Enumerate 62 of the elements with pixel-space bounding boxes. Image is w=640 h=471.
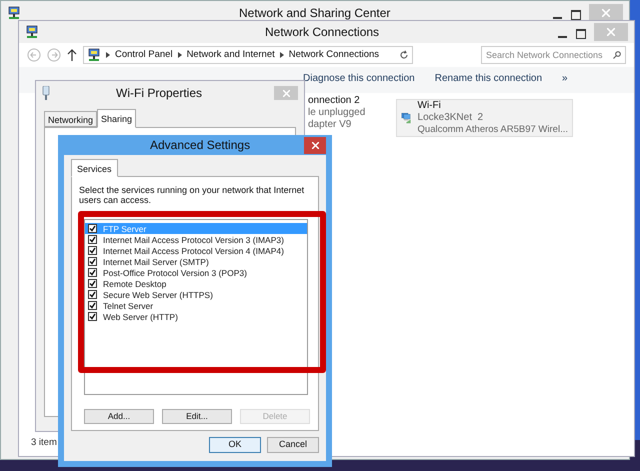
dialog-button[interactable]: Edit...	[162, 409, 232, 424]
checkbox[interactable]	[88, 301, 97, 310]
checkbox[interactable]	[88, 235, 97, 244]
status-text: 3 item	[31, 436, 57, 450]
service-item[interactable]: Telnet Server	[85, 300, 307, 311]
description-text: Select the services running on your network that Internet users can access.	[79, 185, 306, 205]
connection-adapter: Qualcomm Atheros AR5B97 Wirel...	[418, 124, 568, 136]
chevron-icon	[280, 52, 284, 58]
service-item[interactable]: Internet Mail Server (SMTP)	[85, 256, 307, 267]
dialog-button[interactable]: Cancel	[267, 437, 319, 453]
service-item[interactable]: Web Server (HTTP)	[85, 311, 307, 322]
network-icon	[25, 25, 39, 39]
connection-text: onnection 2	[308, 95, 361, 107]
search-field[interactable]: Search Network Connections	[481, 46, 626, 64]
address-bar[interactable]: Control Panel Network and Internet Network Connections	[83, 46, 413, 64]
checkbox[interactable]	[88, 279, 97, 288]
connection-text: le unplugged	[308, 107, 366, 119]
checkbox[interactable]	[88, 268, 97, 277]
adapter-icon	[42, 86, 50, 100]
connection-text: dapter V9	[308, 119, 352, 131]
checkbox[interactable]	[88, 312, 97, 321]
search-icon	[613, 51, 621, 59]
window-title: Network and Sharing Center	[239, 5, 390, 22]
connection-item[interactable]: Wi-Fi Locke3KNet 2 Qualcomm Atheros AR5B97 Wirel...	[396, 99, 573, 137]
dialog-button[interactable]: OK	[209, 437, 261, 453]
window-title: Advanced Settings	[150, 137, 250, 154]
close-icon	[607, 28, 615, 36]
close-button[interactable]	[304, 136, 326, 154]
network-icon	[87, 48, 101, 62]
refresh-icon[interactable]	[399, 50, 409, 60]
close-icon	[282, 90, 290, 96]
service-item[interactable]: Internet Mail Access Protocol Version 3 (IMAP3)	[85, 234, 307, 245]
toolbar-item[interactable]: Diagnose this connection	[303, 71, 415, 86]
checkbox[interactable]	[88, 290, 97, 299]
tab[interactable]: Sharing	[97, 109, 136, 128]
breadcrumb-item[interactable]: Network Connections	[288, 48, 380, 62]
breadcrumb-item[interactable]: Control Panel	[115, 48, 173, 62]
maximize-icon[interactable]	[576, 29, 586, 39]
dialog-button[interactable]: Add...	[84, 409, 154, 424]
connection-name: Wi-Fi	[418, 100, 442, 112]
window-title: Network Connections	[265, 24, 380, 41]
checkbox[interactable]	[88, 246, 97, 255]
maximize-icon[interactable]	[571, 10, 581, 20]
checkbox[interactable]	[88, 224, 97, 233]
service-item[interactable]: Internet Mail Access Protocol Version 4 (IMAP4)	[85, 245, 307, 256]
toolbar-item[interactable]: »	[562, 71, 568, 86]
connection-network: Locke3KNet 2	[418, 112, 484, 124]
service-item[interactable]: Remote Desktop	[85, 278, 307, 289]
breadcrumb-item[interactable]: Network and Internet	[186, 48, 275, 62]
chevron-icon	[178, 52, 182, 58]
tab[interactable]: Services	[71, 159, 118, 177]
tab[interactable]: Networking	[44, 111, 98, 127]
service-item[interactable]: Secure Web Server (HTTPS)	[85, 289, 307, 300]
close-icon	[312, 142, 318, 148]
up-arrow-icon[interactable]	[67, 49, 77, 61]
checkbox[interactable]	[88, 257, 97, 266]
toolbar-item[interactable]: Rename this connection	[434, 71, 542, 86]
network-icon	[7, 6, 21, 20]
chevron-icon	[106, 52, 110, 58]
service-item[interactable]: Post-Office Protocol Version 3 (POP3)	[85, 267, 307, 278]
close-icon	[602, 9, 610, 17]
window-title: Wi-Fi Properties	[116, 85, 202, 102]
